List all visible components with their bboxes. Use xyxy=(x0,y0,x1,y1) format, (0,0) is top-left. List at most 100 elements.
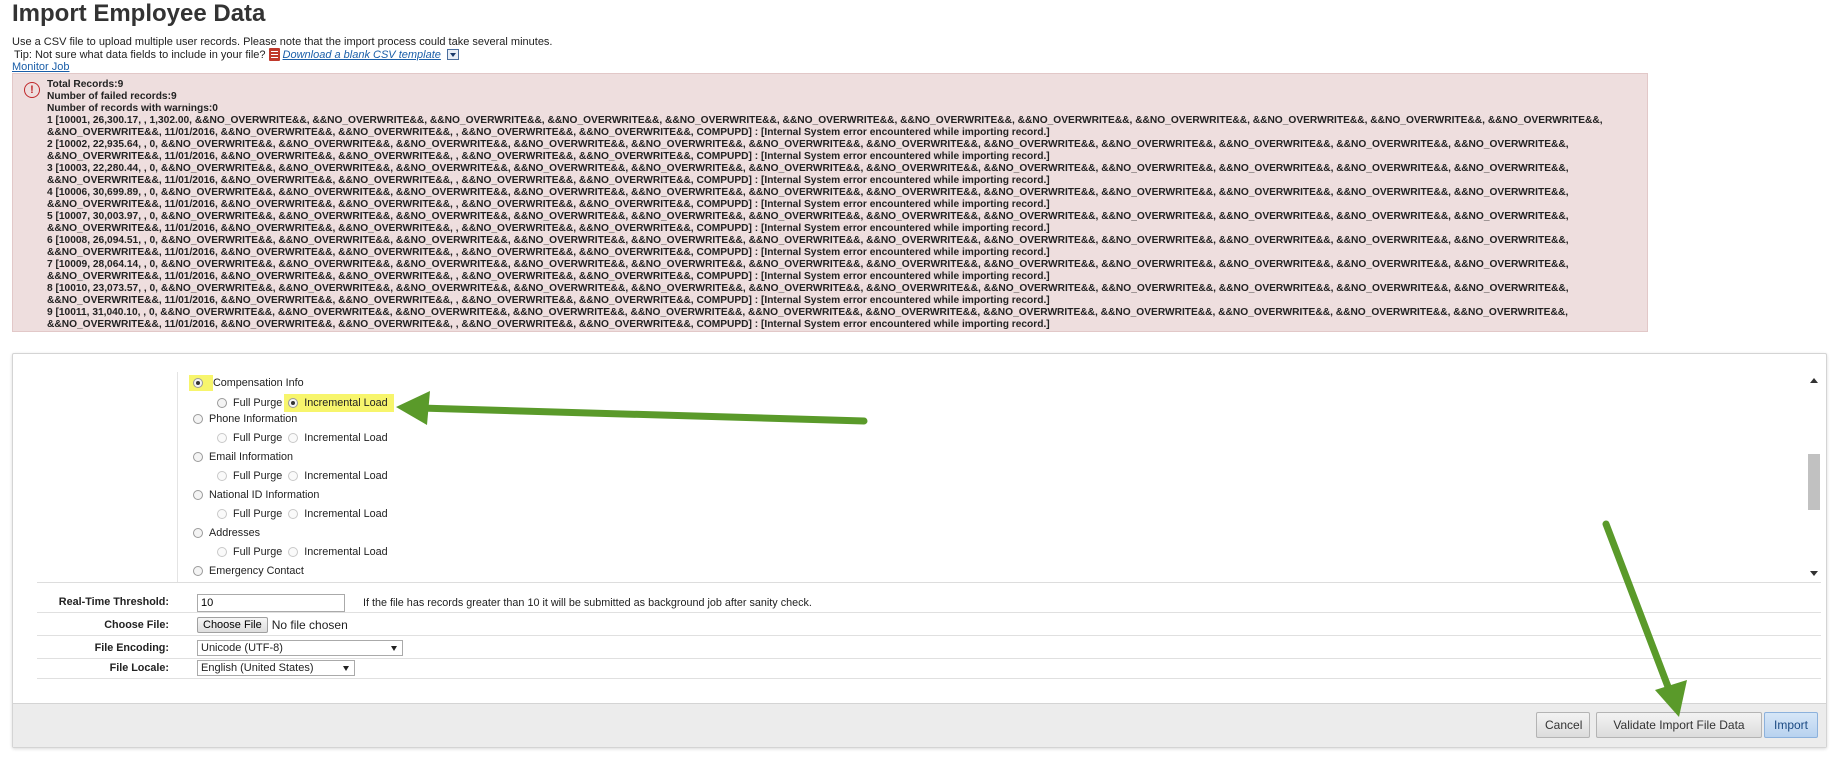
error-line: 6 [10008, 26,094.51, , 0, &&NO_OVERWRITE… xyxy=(47,235,1569,246)
error-line: &&NO_OVERWRITE&&, 11/01/2016, &&NO_OVERW… xyxy=(47,127,1050,138)
dialog-footer: Cancel Validate Import File Data Import xyxy=(13,703,1826,747)
encoding-value: Unicode (UTF-8) xyxy=(201,642,283,654)
compensation-radio[interactable] xyxy=(193,378,203,388)
no-file-text: No file chosen xyxy=(271,618,348,632)
error-line: 2 [10002, 22,935.64, , 0, &&NO_OVERWRITE… xyxy=(47,139,1569,150)
encoding-select[interactable]: Unicode (UTF-8) xyxy=(197,640,403,656)
compensation-full-purge-radio[interactable] xyxy=(217,398,227,408)
phone-label: Phone Information xyxy=(209,413,298,425)
addresses-radio[interactable] xyxy=(193,528,203,538)
error-line: 4 [10006, 30,699.89, , 0, &&NO_OVERWRITE… xyxy=(47,187,1569,198)
national-id-incremental-radio[interactable] xyxy=(288,509,299,519)
template-dropdown-icon[interactable] xyxy=(446,49,459,60)
error-line: &&NO_OVERWRITE&&, 11/01/2016, &&NO_OVERW… xyxy=(47,319,1050,330)
import-button[interactable]: Import xyxy=(1764,712,1818,738)
threshold-label: Real-Time Threshold: xyxy=(58,596,169,608)
compensation-highlight xyxy=(189,375,213,391)
locale-row: File Locale: English (United States) xyxy=(37,658,1821,679)
phone-mode-row: Full Purge Incremental Load xyxy=(217,432,388,444)
option-email-information[interactable]: Email Information xyxy=(193,451,293,463)
incremental-label: Incremental Load xyxy=(304,470,388,482)
option-compensation-info[interactable]: Compensation Info xyxy=(189,375,304,391)
emergency-label: Emergency Contact xyxy=(209,565,304,577)
failed-records: Number of failed records:9 xyxy=(47,91,177,102)
tip-text: Tip: Not sure what data fields to includ… xyxy=(14,48,266,61)
full-purge-label: Full Purge xyxy=(233,470,283,482)
incremental-label: Incremental Load xyxy=(304,432,388,444)
chevron-down-icon xyxy=(343,666,349,671)
threshold-input[interactable] xyxy=(197,594,345,612)
national-id-mode-row: Full Purge Incremental Load xyxy=(217,508,388,520)
email-full-purge-radio[interactable] xyxy=(217,471,227,481)
locale-label: File Locale: xyxy=(109,662,169,674)
full-purge-label: Full Purge xyxy=(233,432,283,444)
file-label: Choose File: xyxy=(104,619,169,631)
error-line: 1 [10001, 26,300.17, , 1,302.00, &&NO_OV… xyxy=(47,115,1603,126)
incremental-label: Incremental Load xyxy=(304,397,388,409)
scroll-thumb[interactable] xyxy=(1808,454,1820,510)
error-line: &&NO_OVERWRITE&&, 11/01/2016, &&NO_OVERW… xyxy=(47,199,1050,210)
full-purge-label: Full Purge xyxy=(233,397,283,409)
national-id-radio[interactable] xyxy=(193,490,203,500)
error-icon: ! xyxy=(24,82,40,98)
full-purge-label: Full Purge xyxy=(233,546,283,558)
addresses-incremental-radio[interactable] xyxy=(288,547,299,557)
addresses-full-purge-radio[interactable] xyxy=(217,547,227,557)
encoding-field: Unicode (UTF-8) xyxy=(197,640,403,656)
scroll-up-arrow-icon[interactable] xyxy=(1810,378,1818,383)
email-incremental-radio[interactable] xyxy=(288,471,299,481)
chevron-down-icon xyxy=(391,646,397,651)
national-id-full-purge-radio[interactable] xyxy=(217,509,227,519)
incremental-label: Incremental Load xyxy=(304,546,388,558)
error-line: 3 [10003, 22,280.44, , 0, &&NO_OVERWRITE… xyxy=(47,163,1569,174)
error-line: &&NO_OVERWRITE&&, 11/01/2016, &&NO_OVERW… xyxy=(47,175,1050,186)
compensation-mode-row: Full Purge Incremental Load xyxy=(217,394,394,412)
page-title: Import Employee Data xyxy=(12,0,266,27)
compensation-label: Compensation Info xyxy=(213,377,304,389)
threshold-field: If the file has records greater than 10 … xyxy=(197,594,812,612)
locale-field: English (United States) xyxy=(197,660,355,676)
phone-radio[interactable] xyxy=(193,414,203,424)
encoding-label: File Encoding: xyxy=(94,642,169,654)
full-purge-label: Full Purge xyxy=(233,508,283,520)
locale-select[interactable]: English (United States) xyxy=(197,660,355,676)
addresses-label: Addresses xyxy=(209,527,261,539)
error-line: 9 [10011, 31,040.10, , 0, &&NO_OVERWRITE… xyxy=(47,307,1568,318)
threshold-row: Real-Time Threshold: If the file has rec… xyxy=(37,592,1821,613)
error-line: &&NO_OVERWRITE&&, 11/01/2016, &&NO_OVERW… xyxy=(47,271,1050,282)
error-line: &&NO_OVERWRITE&&, 11/01/2016, &&NO_OVERW… xyxy=(47,247,1050,258)
email-radio[interactable] xyxy=(193,452,203,462)
validate-import-button[interactable]: Validate Import File Data xyxy=(1596,712,1762,738)
locale-value: English (United States) xyxy=(201,662,314,674)
download-template-link[interactable]: Download a blank CSV template xyxy=(283,49,441,61)
error-line: &&NO_OVERWRITE&&, 11/01/2016, &&NO_OVERW… xyxy=(47,151,1050,162)
emergency-radio[interactable] xyxy=(193,566,203,576)
option-phone-information[interactable]: Phone Information xyxy=(193,413,297,425)
phone-incremental-radio[interactable] xyxy=(288,433,299,443)
monitor-job-link[interactable]: Monitor Job xyxy=(12,61,69,73)
error-line: &&NO_OVERWRITE&&, 11/01/2016, &&NO_OVERW… xyxy=(47,223,1050,234)
national-id-label: National ID Information xyxy=(209,489,320,501)
option-addresses[interactable]: Addresses xyxy=(193,527,260,539)
pdf-icon xyxy=(268,48,280,61)
option-national-id[interactable]: National ID Information xyxy=(193,489,319,501)
email-label: Email Information xyxy=(209,451,294,463)
error-line: 5 [10007, 30,003.97, , 0, &&NO_OVERWRITE… xyxy=(47,211,1569,222)
phone-full-purge-radio[interactable] xyxy=(217,433,227,443)
compensation-incremental-radio[interactable] xyxy=(288,398,299,408)
options-scroll-area: Compensation Info Full Purge Incremental… xyxy=(37,372,1821,583)
tip-line: Tip: Not sure what data fields to includ… xyxy=(14,48,459,61)
warning-records: Number of records with warnings:0 xyxy=(47,103,218,114)
import-options-panel: Compensation Info Full Purge Incremental… xyxy=(12,353,1827,748)
addresses-mode-row: Full Purge Incremental Load xyxy=(217,546,388,558)
options-scrollbar[interactable] xyxy=(1807,372,1821,582)
file-row: Choose File: Choose File No file chosen xyxy=(37,615,1821,636)
encoding-row: File Encoding: Unicode (UTF-8) xyxy=(37,638,1821,659)
option-emergency-contact[interactable]: Emergency Contact xyxy=(193,565,304,577)
options-label-column xyxy=(37,372,178,582)
choose-file-button[interactable]: Choose File xyxy=(197,617,268,633)
intro-text: Use a CSV file to upload multiple user r… xyxy=(12,36,553,48)
scroll-down-arrow-icon[interactable] xyxy=(1810,571,1818,576)
error-line: 8 [10010, 23,073.57, , 0, &&NO_OVERWRITE… xyxy=(47,283,1569,294)
cancel-button[interactable]: Cancel xyxy=(1536,712,1590,738)
